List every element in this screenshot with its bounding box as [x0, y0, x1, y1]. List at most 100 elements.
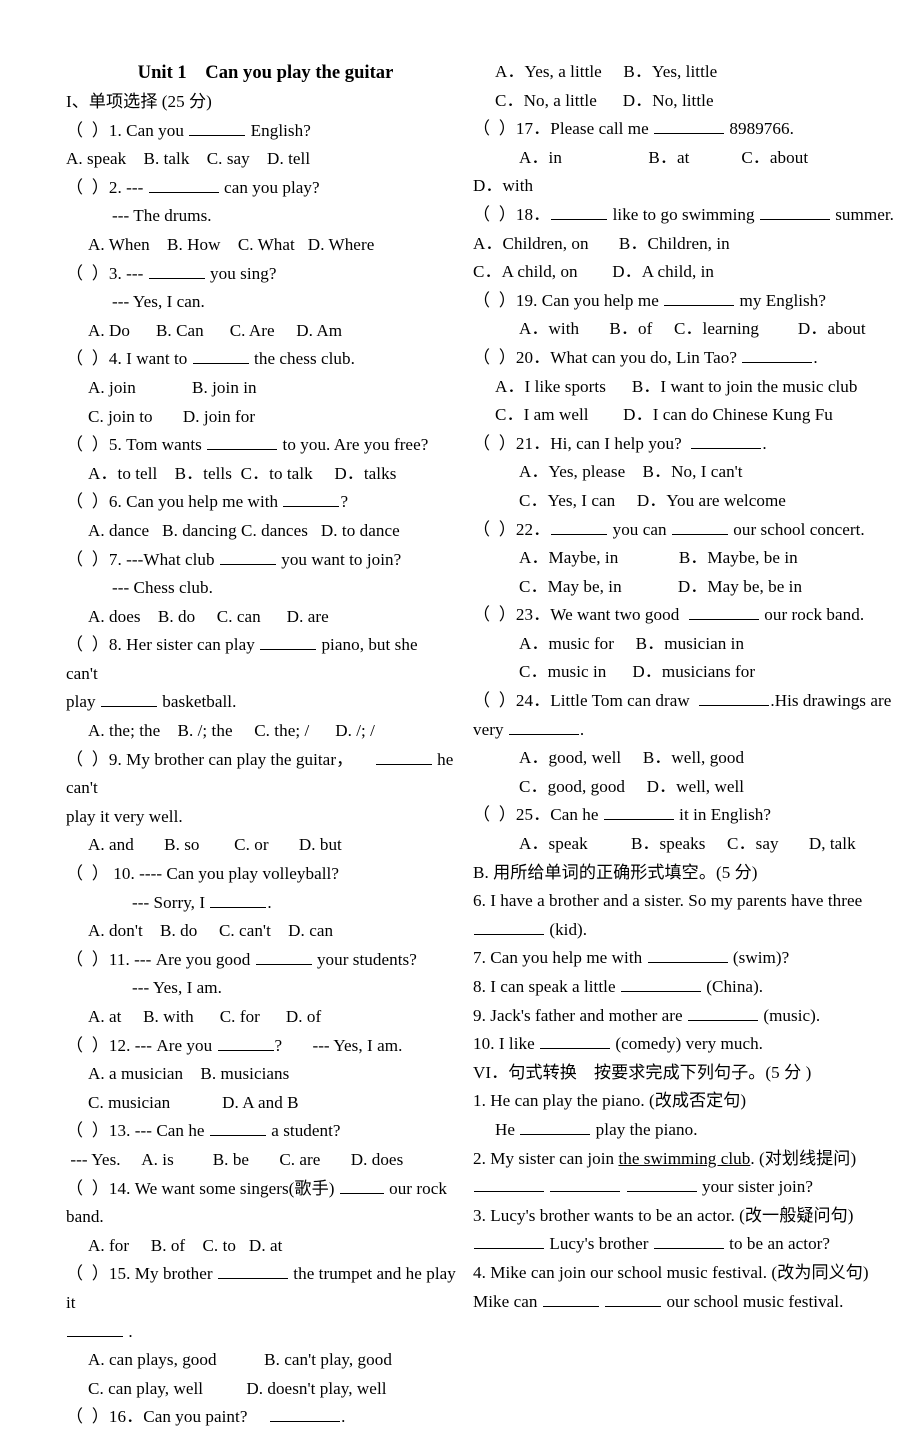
line-q15-options-cd: C. can play, well D. doesn't play, well	[88, 1378, 387, 1398]
line-q18-options-ab: A．Children, on B．Children, in	[473, 233, 730, 253]
answer-blank[interactable]	[189, 119, 246, 136]
line-q1-options: A. speak B. talk C. say D. tell	[66, 149, 311, 169]
line-trans-3: 3. Lucy's brother wants to be an actor. …	[473, 1205, 854, 1225]
answer-blank[interactable]	[551, 203, 608, 220]
line-fill-6-cont: (kid).	[473, 916, 902, 945]
line-q24-stem-cont: very .	[473, 718, 585, 739]
answer-blank[interactable]	[283, 491, 340, 508]
line-q12-stem: （ ）12. --- Are you ? --- Yes, I am.	[66, 1034, 403, 1055]
line-q9-stem: （ ）9. My brother can play the guitar， he…	[66, 748, 458, 798]
line-q23-options-cd: C．music in D．musicians for	[519, 662, 756, 682]
line-q8-stem-cont: play basketball.	[66, 691, 237, 712]
answer-blank[interactable]	[742, 346, 813, 363]
line-q10-options: A. don't B. do C. can't D. can	[88, 921, 334, 941]
answer-blank[interactable]	[653, 1233, 724, 1250]
answer-blank[interactable]	[520, 1118, 591, 1135]
answer-blank[interactable]	[664, 289, 735, 306]
answer-blank[interactable]	[67, 1320, 123, 1337]
underlined-phrase: the swimming club	[618, 1148, 751, 1168]
line-fill-7: 7. Can you help me with (swim)?	[473, 947, 790, 968]
line-q6-options: A. dance B. dancing C. dances D. to danc…	[88, 520, 400, 540]
answer-blank[interactable]	[217, 1263, 288, 1280]
line-q21-stem: （ ）21．Hi, can I help you? .	[473, 432, 767, 453]
line-q2-options: A. When B. How C. What D. Where	[88, 234, 375, 254]
line-q11-stem: （ ）11. --- Are you good your students?	[66, 948, 417, 969]
answer-blank[interactable]	[654, 117, 725, 135]
answer-blank[interactable]	[688, 1004, 758, 1021]
answer-blank[interactable]	[148, 176, 219, 193]
line-fill-8: 8. I can speak a little (China).	[473, 975, 764, 996]
answer-blank[interactable]	[688, 604, 759, 621]
line-q23-stem: （ ）23．We want two good our rock band.	[473, 604, 865, 625]
answer-blank[interactable]	[270, 1406, 341, 1423]
answer-blank[interactable]	[508, 718, 579, 735]
line-q5-options: A．to tell B．tells C．to talk D．talks	[88, 463, 397, 483]
line-trans-1: 1. He can play the piano. (改成否定句)	[473, 1091, 747, 1111]
line-q23-options-ab: A．music for B．musician in	[519, 633, 745, 653]
line-q1-stem: （ ）1. Can you English?	[66, 119, 311, 140]
line-q7-stem: （ ）7. ---What club you want to join?	[66, 548, 402, 569]
line-q17-stem: （ ）17．Please call me 8989766.	[473, 117, 794, 139]
answer-blank[interactable]	[474, 1233, 544, 1250]
line-q8-stem: （ ）8. Her sister can play piano, but she…	[66, 634, 444, 683]
line-q10-reply: --- Sorry, I .	[132, 891, 272, 912]
answer-blank[interactable]	[217, 1034, 274, 1051]
line-trans-4: 4. Mike can join our school music festiv…	[473, 1262, 869, 1282]
line-q22-options-cd: C．May be, in D．May be, be in	[519, 576, 803, 596]
line-trans-3-answer: Lucy's brother to be an actor?	[473, 1230, 902, 1259]
answer-blank[interactable]	[219, 548, 276, 565]
line-q14-stem: （ ）14. We want some singers(歌手) our rock…	[66, 1177, 452, 1227]
section-heading-1: I、单项选择 (25 分)	[66, 92, 212, 111]
line-q20-options-ab: A．I like sports B．I want to join the mus…	[495, 376, 858, 396]
answer-blank[interactable]	[255, 948, 312, 965]
answer-blank[interactable]	[540, 1032, 611, 1050]
line-q24-options-ab: A．good, well B．well, good	[519, 748, 745, 768]
answer-blank[interactable]	[542, 1290, 599, 1307]
answer-blank[interactable]	[209, 1120, 266, 1137]
answer-blank[interactable]	[474, 918, 544, 935]
answer-blank[interactable]	[207, 433, 278, 451]
answer-blank[interactable]	[605, 1290, 662, 1307]
answer-blank[interactable]	[647, 947, 728, 964]
answer-blank[interactable]	[671, 518, 728, 535]
line-q21-options-ab: A．Yes, please B．No, I can't	[519, 462, 743, 482]
answer-blank[interactable]	[691, 432, 762, 449]
line-q9-options: A. and B. so C. or D. but	[88, 835, 342, 855]
line-q18-options-cd: C．A child, on D．A child, in	[473, 262, 715, 282]
line-q20-stem: （ ）20．What can you do, Lin Tao? .	[473, 346, 818, 367]
line-q2-reply: --- The drums.	[112, 206, 212, 226]
answer-blank[interactable]	[100, 691, 157, 708]
line-trans-1-answer: He play the piano.	[495, 1118, 698, 1139]
line-q12-options-ab: A. a musician B. musicians	[88, 1064, 290, 1084]
answer-blank[interactable]	[339, 1177, 384, 1194]
answer-blank[interactable]	[474, 1175, 544, 1193]
line-q10-stem: （ ） 10. ---- Can you play volleyball?	[66, 864, 339, 884]
line-q16-stem: （ ）16．Can you paint? .	[66, 1406, 346, 1427]
answer-blank[interactable]	[375, 748, 432, 765]
line-q11-reply: --- Yes, I am.	[132, 978, 222, 998]
line-fill-10: 10. I like (comedy) very much.	[473, 1032, 764, 1054]
line-trans-4-answer: Mike can our school music festival.	[473, 1290, 844, 1311]
answer-blank[interactable]	[620, 975, 701, 992]
line-q24-stem: （ ）24．Little Tom can draw .His drawings …	[473, 689, 892, 711]
left-column: Unit 1 Can you play the guitar I、单项选择 (2…	[0, 58, 465, 1432]
answer-blank[interactable]	[603, 804, 674, 821]
line-q2-stem: （ ）2. --- can you play?	[66, 176, 320, 197]
answer-blank[interactable]	[551, 518, 608, 535]
answer-blank[interactable]	[260, 634, 317, 651]
line-q16-options-cd: C．No, a little D．No, little	[495, 90, 714, 110]
answer-blank[interactable]	[759, 203, 830, 220]
answer-blank[interactable]	[192, 348, 249, 365]
answer-blank[interactable]	[550, 1175, 621, 1193]
line-q9-stem-cont: play it very well.	[66, 806, 183, 826]
answer-blank[interactable]	[699, 689, 770, 707]
line-section-b: B. 用所给单词的正确形式填空。(5 分)	[473, 862, 758, 882]
line-q19-options: A．with B．of C．learning D．about	[519, 319, 866, 339]
line-q24-options-cd: C．good, good D．well, well	[519, 776, 745, 796]
answer-blank[interactable]	[148, 262, 205, 279]
answer-blank[interactable]	[210, 891, 267, 908]
answer-blank[interactable]	[626, 1175, 697, 1193]
right-column-lines: A．Yes, a little B．Yes, little C．No, a lit…	[473, 58, 902, 1316]
line-q3-stem: （ ）3. --- you sing?	[66, 262, 277, 283]
line-q25-stem: （ ）25．Can he it in English?	[473, 804, 772, 825]
